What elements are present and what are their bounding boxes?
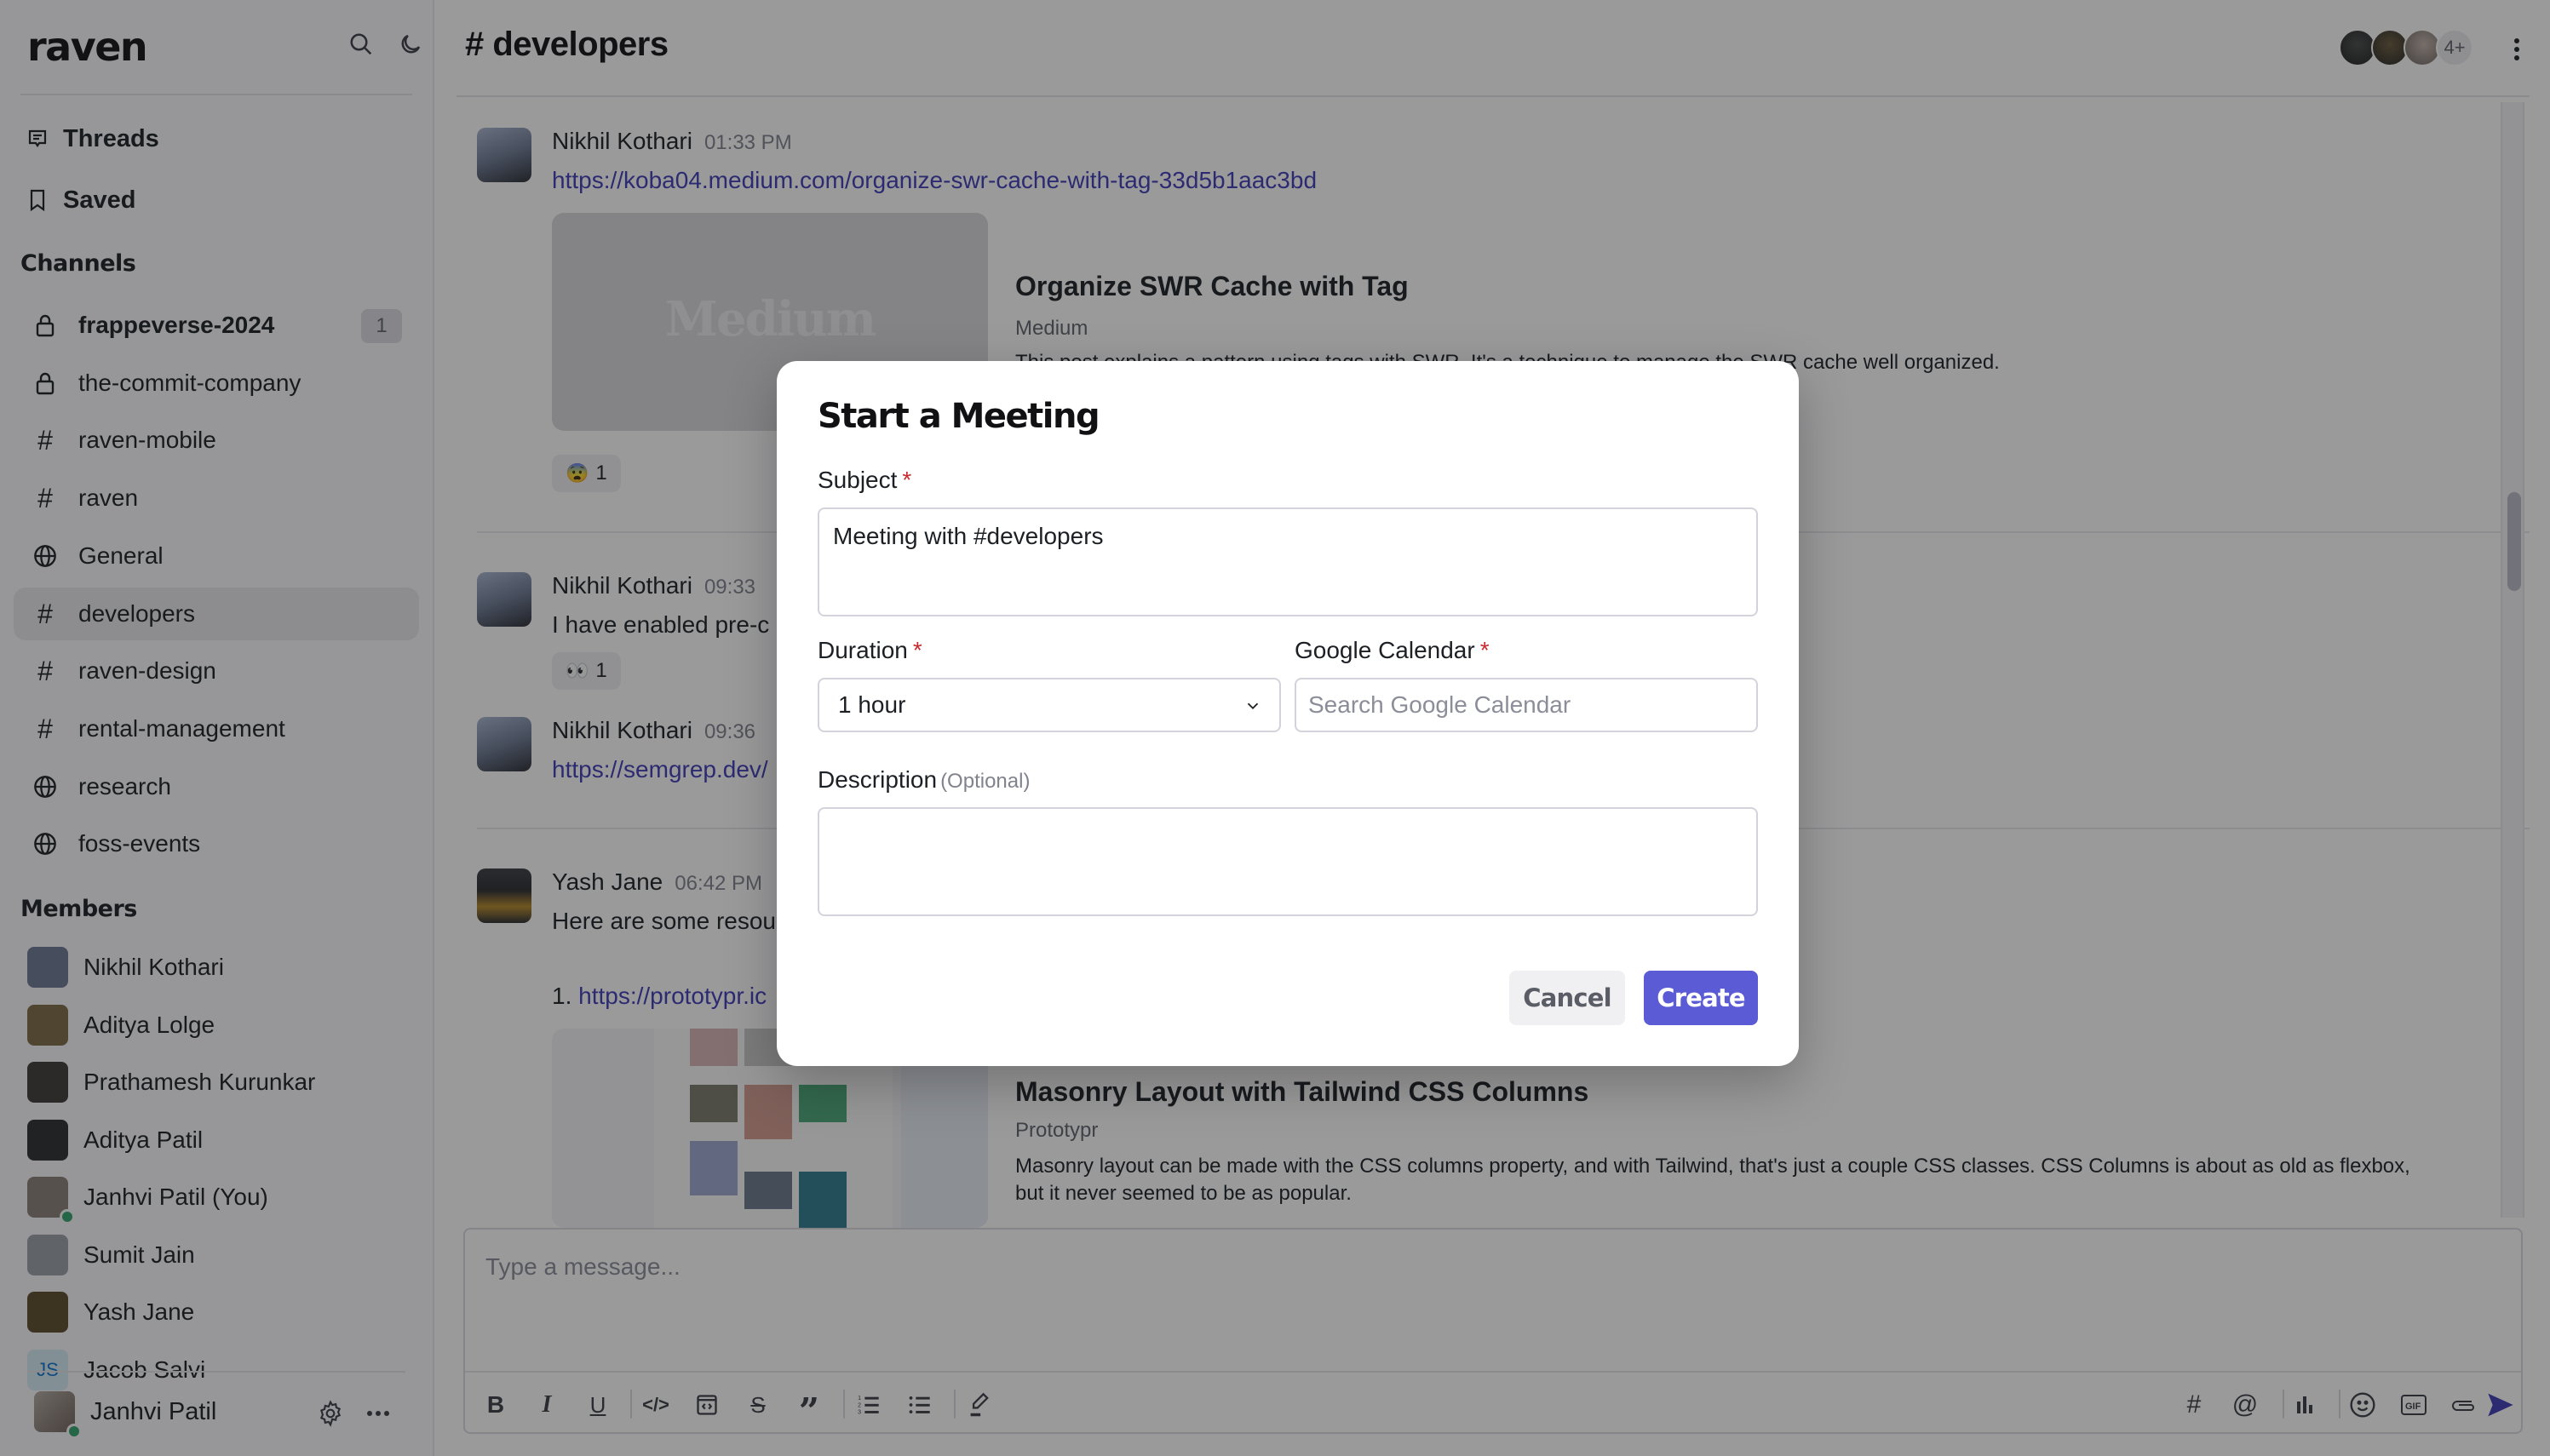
subject-label-text: Subject [818, 467, 898, 493]
required-mark: * [912, 637, 922, 663]
duration-label: Duration * [818, 637, 922, 664]
create-button[interactable]: Create [1644, 971, 1758, 1025]
subject-label: Subject * [818, 467, 911, 494]
google-calendar-search-input[interactable] [1295, 678, 1758, 732]
required-mark: * [902, 467, 912, 493]
description-label: Description (Optional) [818, 766, 1030, 794]
duration-select[interactable]: 1 hour [818, 678, 1281, 732]
cancel-button[interactable]: Cancel [1509, 971, 1625, 1025]
duration-label-text: Duration [818, 637, 908, 663]
google-calendar-label-text: Google Calendar [1295, 637, 1475, 663]
subject-input[interactable] [818, 507, 1758, 616]
description-input[interactable] [818, 807, 1758, 916]
start-meeting-dialog: Start a Meeting Subject* Duration* 1 hou… [777, 361, 1799, 1066]
chevron-down-icon [1247, 702, 1259, 710]
optional-hint: (Optional) [940, 770, 1031, 793]
description-label-text: Description [818, 766, 938, 793]
required-mark: * [1479, 637, 1490, 663]
dialog-title: Start a Meeting [818, 397, 1100, 436]
google-calendar-label: Google Calendar * [1295, 637, 1490, 664]
duration-selected-value: 1 hour [838, 691, 906, 718]
